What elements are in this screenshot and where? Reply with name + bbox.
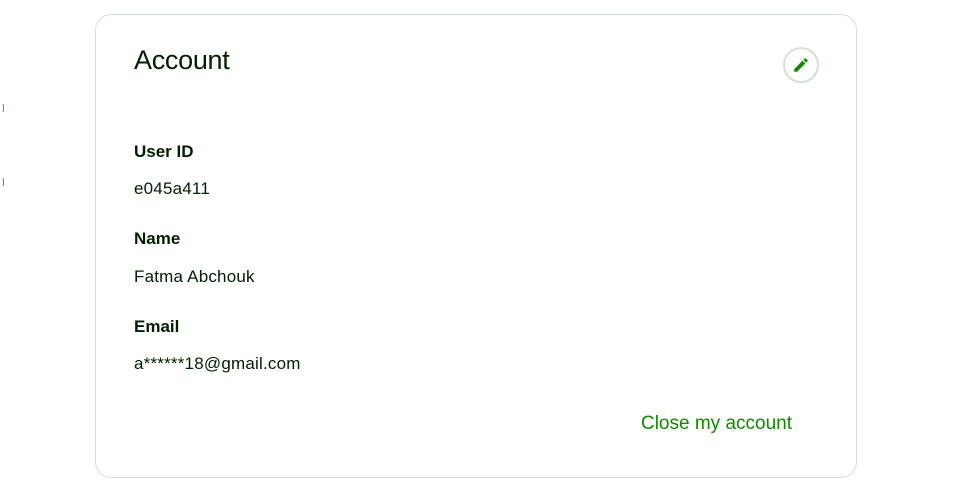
name-label: Name [134, 229, 181, 248]
user-id-value: e045a411 [134, 179, 210, 198]
edit-account-button[interactable] [783, 47, 819, 83]
account-title: Account [134, 45, 230, 75]
email-value: a******18@gmail.com [134, 354, 301, 373]
left-nav-fragment [0, 178, 4, 188]
name-value: Fatma Abchouk [134, 267, 255, 286]
pencil-icon [792, 56, 810, 74]
user-id-label: User ID [134, 142, 194, 161]
email-label: Email [134, 317, 180, 336]
account-card: Account User ID e045a411 Name Fatma Abch… [95, 14, 857, 478]
page: Account User ID e045a411 Name Fatma Abch… [0, 0, 955, 483]
close-account-link[interactable]: Close my account [641, 413, 792, 435]
left-nav-fragment [0, 104, 4, 114]
